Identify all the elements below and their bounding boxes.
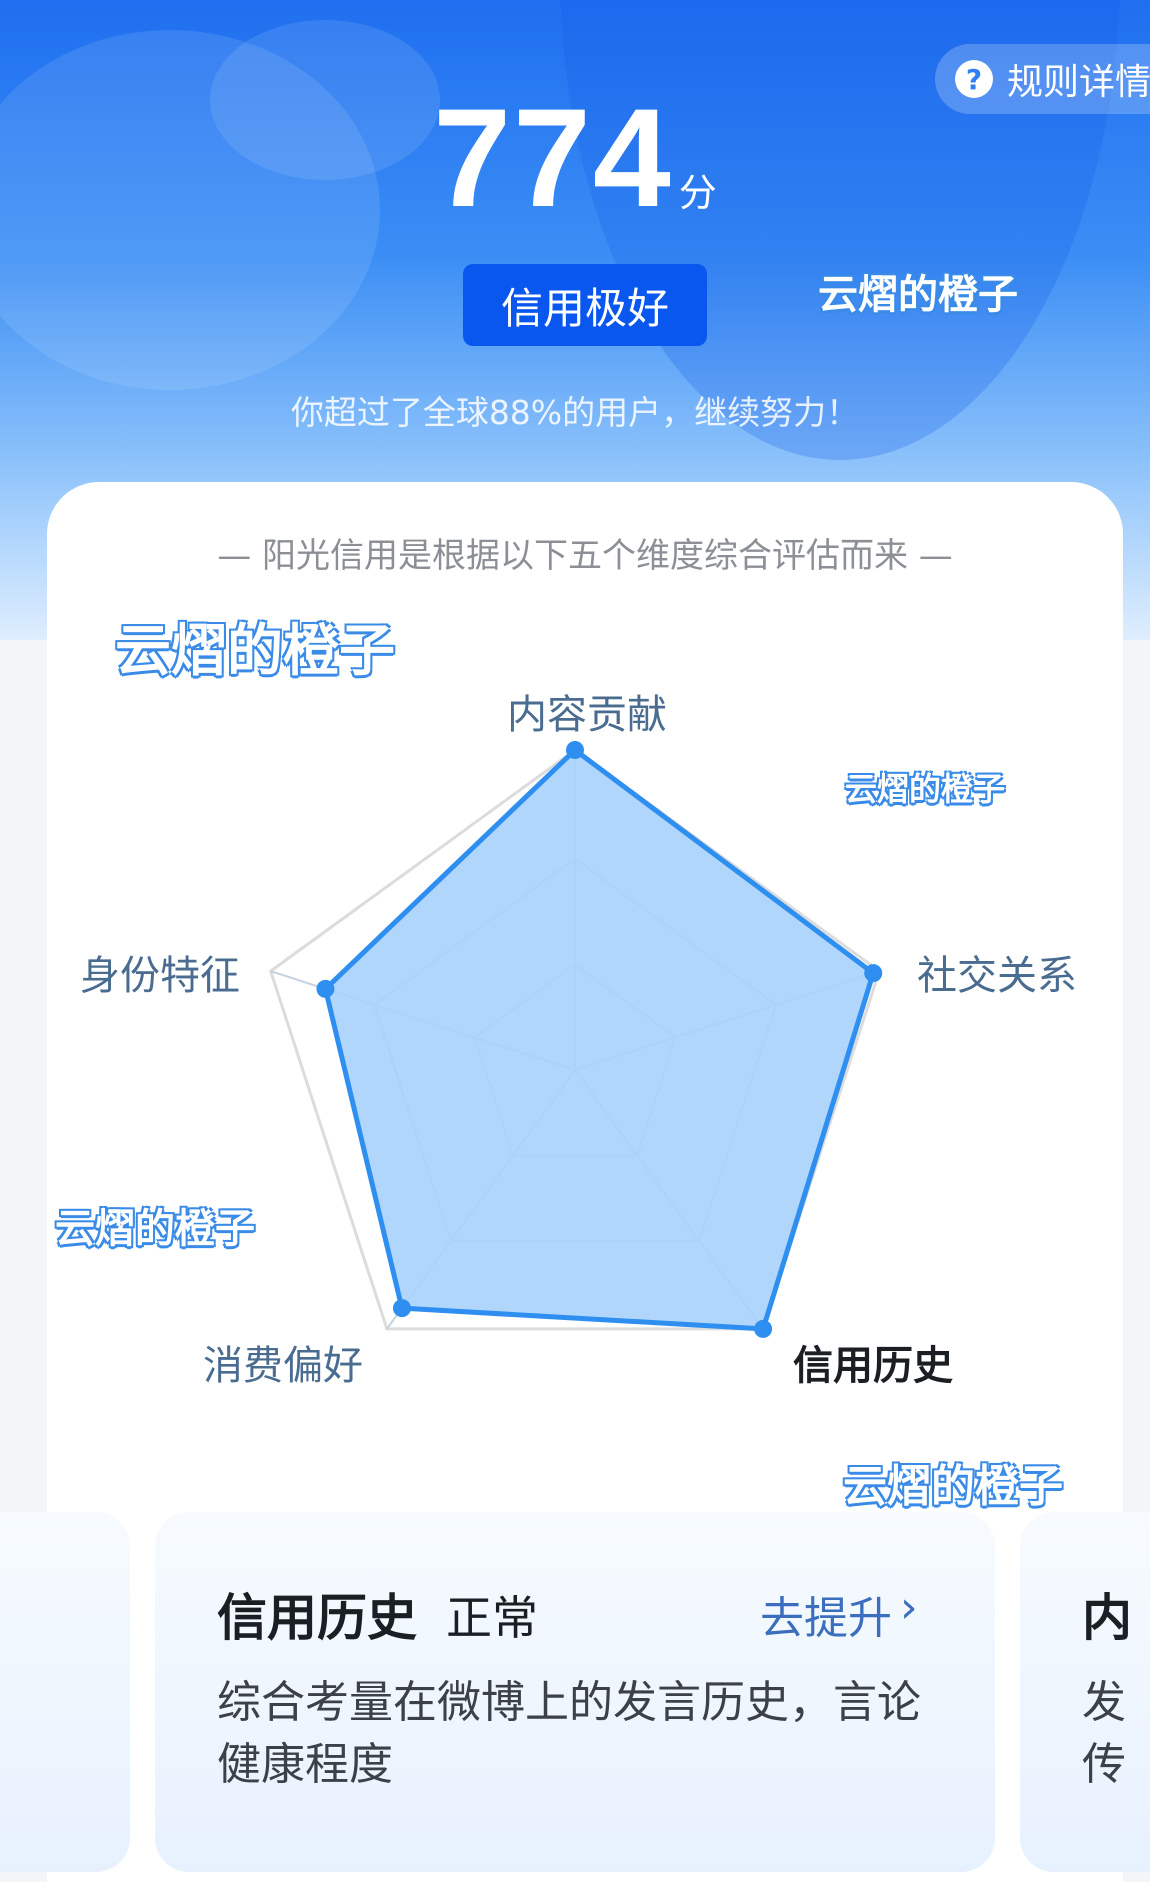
- next-card-description: 发传: [1082, 1677, 1126, 1790]
- score-unit: 分: [678, 171, 717, 215]
- credit-level-badge: 信用极好: [463, 264, 707, 346]
- axis-label-consumption[interactable]: 消费偏好: [203, 1333, 363, 1391]
- radar-point: [316, 979, 335, 998]
- watermark: 云熠的橙子: [55, 1206, 255, 1252]
- watermark: 云熠的橙子: [818, 272, 1018, 318]
- watermark: 云熠的橙子: [845, 770, 1006, 808]
- axis-label-credit-history[interactable]: 信用历史: [793, 1333, 953, 1391]
- radar-point: [392, 1299, 411, 1318]
- watermark: 云熠的橙子: [843, 1461, 1063, 1512]
- dimensions-caption: — 阳光信用是根据以下五个维度综合评估而来 —: [217, 536, 953, 576]
- credit-score: 774 分: [0, 88, 1150, 228]
- score-value: 774: [433, 79, 673, 236]
- axis-label-identity[interactable]: 身份特征: [80, 943, 240, 1001]
- axis-label-content[interactable]: 内容贡献: [507, 682, 667, 740]
- detail-card-previous[interactable]: [0, 1512, 130, 1872]
- next-card-title: 内: [1082, 1589, 1132, 1647]
- detail-title: 信用历史: [217, 1589, 417, 1647]
- radar-point: [754, 1319, 773, 1338]
- watermark: 云熠的橙子: [115, 619, 395, 684]
- radar-area: [322, 747, 876, 1332]
- radar-point: [566, 741, 584, 759]
- ranking-text: 你超过了全球88%的用户，继续努力！: [290, 393, 860, 432]
- axis-label-social[interactable]: 社交关系: [917, 943, 1077, 1001]
- detail-status: 正常: [446, 1591, 538, 1645]
- detail-description: 综合考量在微博上的发言历史，言论健康程度: [217, 1677, 921, 1790]
- improve-link[interactable]: 去提升: [760, 1582, 892, 1646]
- radar-point: [864, 964, 883, 983]
- chevron-right-icon[interactable]: ›: [900, 1582, 918, 1633]
